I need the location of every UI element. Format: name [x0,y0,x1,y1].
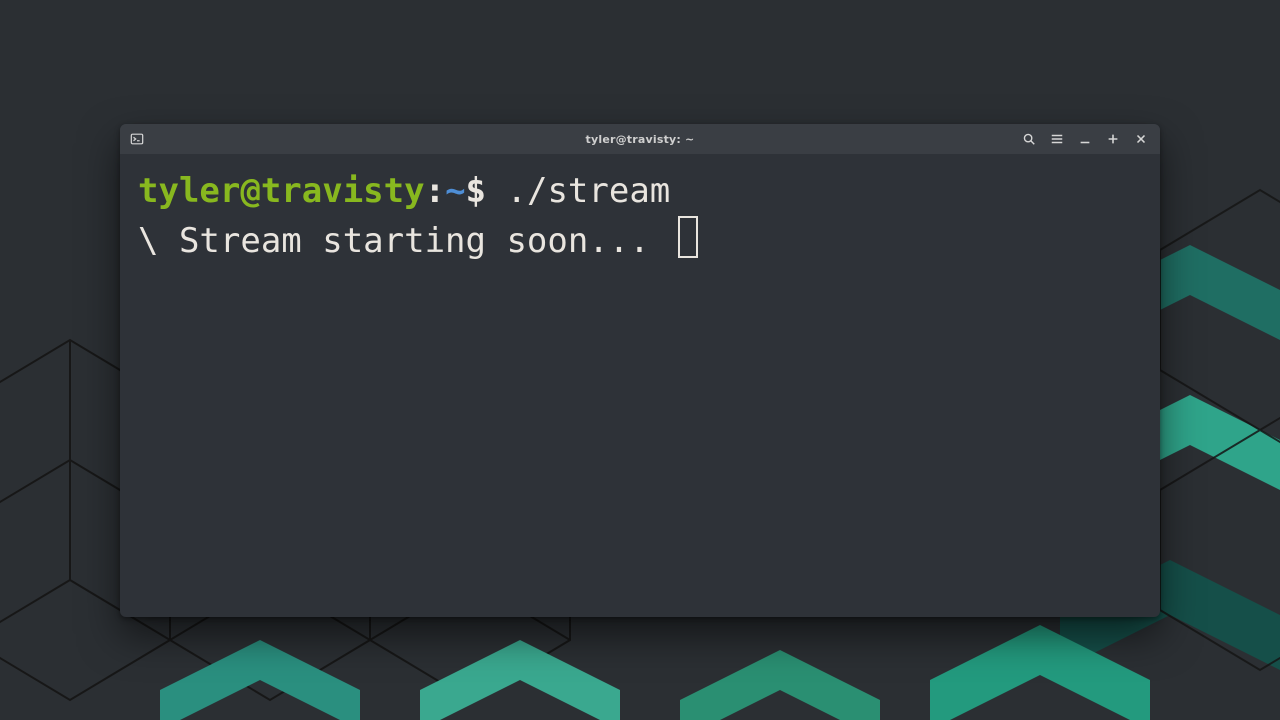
cursor [678,216,698,258]
terminal-window: tyler@travisty: ~ [120,124,1160,617]
maximize-icon[interactable] [1106,132,1120,146]
terminal-app-icon [130,132,144,146]
prompt-path: ~ [445,171,465,211]
window-title: tyler@travisty: ~ [120,133,1160,146]
prompt-user-host: tyler@travisty [138,171,425,211]
minimize-icon[interactable] [1078,132,1092,146]
output-line: \ Stream starting soon... [138,221,650,261]
titlebar[interactable]: tyler@travisty: ~ [120,124,1160,154]
terminal-body[interactable]: tyler@travisty:~$ ./stream \ Stream star… [120,154,1160,617]
close-icon[interactable] [1134,132,1148,146]
hamburger-menu-icon[interactable] [1050,132,1064,146]
prompt-colon: : [425,171,445,211]
command-text: ./stream [507,171,671,211]
search-icon[interactable] [1022,132,1036,146]
prompt-dollar: $ [466,171,507,211]
